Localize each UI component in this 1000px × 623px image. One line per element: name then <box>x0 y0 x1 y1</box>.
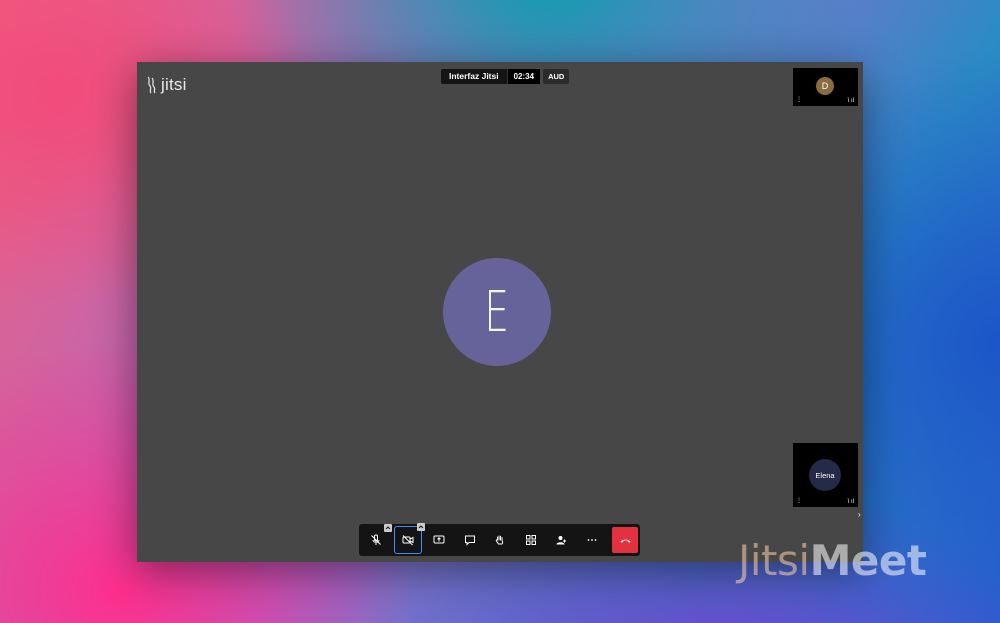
hangup-button[interactable] <box>612 527 638 553</box>
invite-icon <box>556 536 566 545</box>
mic-muted-icon <box>371 534 381 545</box>
watermark-part1: Jitsi <box>738 536 810 585</box>
camera-off-icon <box>402 535 413 546</box>
chat-button[interactable] <box>458 528 482 552</box>
participant-avatar: D <box>816 77 834 95</box>
mic-muted-icon: ǐ <box>847 499 849 505</box>
meeting-name: Interfaz Jitsi <box>441 69 507 84</box>
microphone-options-caret[interactable] <box>384 524 392 532</box>
thumbnail-menu-icon[interactable]: ⋮ <box>796 97 802 103</box>
main-participant-initial: E <box>484 279 510 345</box>
signal-icon: ıl <box>851 98 854 104</box>
raise-hand-icon <box>495 535 504 545</box>
filmstrip-thumbnail[interactable]: D ⋮ ǐ ıl <box>793 68 858 106</box>
meeting-window: jitsi Interfaz Jitsi 02:34 AUD E D ⋮ ǐ ı… <box>137 62 863 562</box>
share-screen-button[interactable] <box>427 528 451 552</box>
jitsi-logo: jitsi <box>145 74 187 96</box>
hangup-icon <box>620 539 630 543</box>
signal-icon: ıl <box>851 499 854 505</box>
meeting-info-bar: Interfaz Jitsi 02:34 AUD <box>441 69 570 84</box>
aud-badge[interactable]: AUD <box>543 69 570 84</box>
camera-options-caret[interactable] <box>416 523 425 531</box>
logo-text: jitsi <box>161 75 187 94</box>
camera-button[interactable] <box>393 523 425 554</box>
jitsi-logo-icon <box>147 76 156 94</box>
main-participant-avatar: E <box>443 258 551 366</box>
tile-view-icon <box>525 535 536 545</box>
invite-button[interactable] <box>549 528 573 552</box>
microphone-button[interactable] <box>364 524 392 552</box>
chat-icon <box>464 535 475 546</box>
meeting-toolbar <box>359 523 640 556</box>
meeting-timer: 02:34 <box>506 69 541 84</box>
filmstrip-thumbnail-local[interactable]: Elena ⋮ ǐ ıl <box>793 443 858 507</box>
watermark-part2: Meet <box>809 536 927 585</box>
thumbnail-status: ǐ ıl <box>848 98 854 104</box>
more-icon <box>587 539 596 541</box>
thumbnail-status: ǐ ıl <box>848 499 854 505</box>
thumbnail-menu-icon[interactable]: ⋮ <box>796 498 802 504</box>
raise-hand-button[interactable] <box>488 528 512 552</box>
participant-name: Elena <box>815 470 835 480</box>
tile-view-button[interactable] <box>519 528 543 552</box>
participant-initial: D <box>821 81 829 91</box>
chevron-up-icon <box>385 526 391 530</box>
more-actions-button[interactable] <box>580 528 604 552</box>
mic-muted-icon: ǐ <box>847 98 849 104</box>
jitsi-meet-watermark: JitsiMeet <box>738 536 927 585</box>
chevron-up-icon <box>418 525 423 529</box>
participant-avatar: Elena <box>809 459 841 491</box>
chevron-right-icon[interactable]: › <box>858 510 861 519</box>
share-screen-icon <box>433 535 445 544</box>
